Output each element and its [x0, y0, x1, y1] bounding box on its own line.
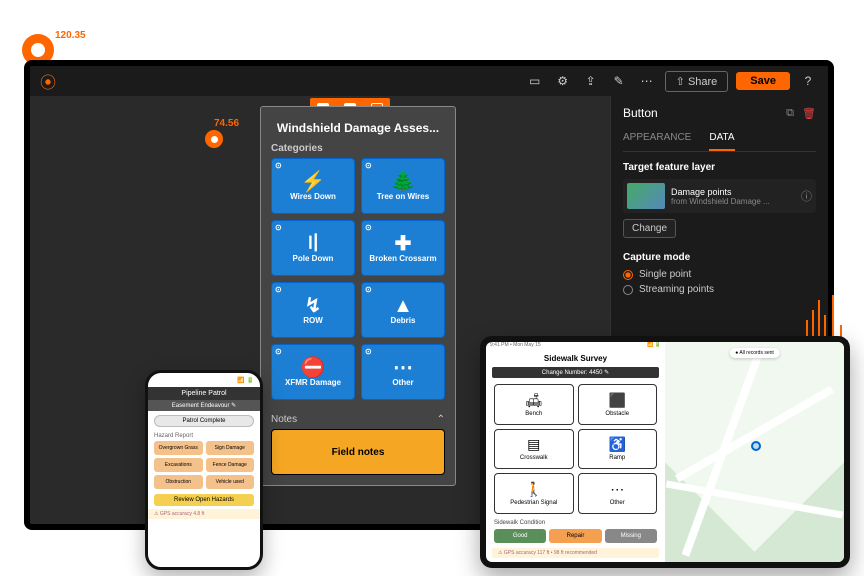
patrol-complete-button[interactable]: Patrol Complete	[154, 415, 254, 427]
hazard-sign-damage[interactable]: Sign Damage	[206, 441, 255, 455]
tablet-title: Sidewalk Survey	[486, 352, 665, 365]
phone-gps-status: ⚠ GPS accuracy 4.8 ft	[148, 509, 260, 519]
radio-stream-label: Streaming points	[639, 284, 714, 295]
map-sync-badge: ● All records sent	[729, 348, 780, 358]
hazard-overgrown-grass[interactable]: Overgrown Grass	[154, 441, 203, 455]
category-tree-on-wires[interactable]: ⊙🌲Tree on Wires	[361, 158, 445, 214]
form-title: Windshield Damage Asses...	[261, 107, 455, 143]
tablet-mockup: 9:41 PM • Mon May 15📶 🔋 Sidewalk Survey …	[480, 336, 850, 568]
tablet-statusbar: 9:41 PM • Mon May 15📶 🔋	[486, 342, 665, 352]
edit-icon[interactable]: ✎	[609, 71, 629, 91]
hazard-vehicle-used[interactable]: Vehicle used	[206, 475, 255, 489]
radio-streaming[interactable]: Streaming points	[623, 284, 816, 295]
target-layer-row: Damage points from Windshield Damage ...…	[623, 179, 816, 213]
category-wires-down[interactable]: ⊙⚡Wires Down	[271, 158, 355, 214]
phone-mockup: 📶 🔋 Pipeline Patrol Easement Endeavour ✎…	[145, 370, 263, 570]
survey-item-ramp[interactable]: ♿Ramp	[578, 429, 658, 470]
condition-missing[interactable]: Missing	[605, 529, 657, 543]
survey-item-bench[interactable]: 🛋Bench	[494, 384, 574, 425]
phone-statusbar: 📶 🔋	[148, 373, 260, 387]
target-label: Target feature layer	[623, 162, 816, 173]
tablet-gps-status: ⚠ GPS accuracy 117 ft • 98 ft recommende…	[492, 548, 659, 558]
hazard-grid: Overgrown GrassSign DamageExcavationsFen…	[148, 439, 260, 491]
share-label: Share	[688, 76, 717, 88]
tablet-form-pane: 9:41 PM • Mon May 15📶 🔋 Sidewalk Survey …	[486, 342, 665, 562]
layer-sub: from Windshield Damage ...	[671, 197, 795, 206]
radio-single-point[interactable]: Single point	[623, 269, 816, 280]
condition-label: Sidewalk Condition	[486, 518, 665, 526]
survey-item-other[interactable]: ⋯Other	[578, 473, 658, 514]
category-broken-crossarm[interactable]: ⊙✚Broken Crossarm	[361, 220, 445, 276]
tablet-map-pane[interactable]: ● All records sent	[665, 342, 844, 562]
categories-label: Categories	[261, 143, 455, 158]
radio-single-label: Single point	[639, 269, 691, 280]
category-grid: ⊙⚡Wires Down⊙🌲Tree on Wires⊙〢Pole Down⊙✚…	[261, 158, 455, 410]
survey-item-crosswalk[interactable]: ▤Crosswalk	[494, 429, 574, 470]
hazard-fence-damage[interactable]: Fence Damage	[206, 458, 255, 472]
info-icon[interactable]: ⓘ	[801, 188, 812, 204]
phone-subtitle: Easement Endeavour ✎	[148, 400, 260, 411]
change-button[interactable]: Change	[623, 219, 676, 238]
survey-item-pedestrian-signal[interactable]: 🚶Pedestrian Signal	[494, 473, 574, 514]
hazard-obstruction[interactable]: Obstruction	[154, 475, 203, 489]
tablet-subtitle: Change Number: 4450 ✎	[492, 367, 659, 378]
topbar: ⦿ ▭ ⚙ ⇪ ✎ ⋯ ⇧ Share Save ?	[30, 66, 828, 96]
gear-icon[interactable]: ⚙	[553, 71, 573, 91]
tab-appearance[interactable]: APPEARANCE	[623, 128, 691, 151]
review-hazards-button[interactable]: Review Open Hazards	[154, 494, 254, 506]
notes-collapse-icon[interactable]: ⌃	[437, 414, 445, 425]
phone-title: Pipeline Patrol	[148, 387, 260, 400]
decor-label-3: 74.56	[214, 118, 239, 129]
radio-dot-on-icon	[623, 270, 633, 280]
duplicate-icon[interactable]: ⧉	[786, 107, 794, 120]
survey-item-obstacle[interactable]: ⬛Obstacle	[578, 384, 658, 425]
hazard-excavations[interactable]: Excavations	[154, 458, 203, 472]
more-icon[interactable]: ⋯	[637, 71, 657, 91]
radio-dot-off-icon	[623, 285, 633, 295]
device-icon[interactable]: ▭	[525, 71, 545, 91]
tablet-item-grid: 🛋Bench⬛Obstacle▤Crosswalk♿Ramp🚶Pedestria…	[486, 380, 665, 518]
form-preview: Windshield Damage Asses... Categories ⊙⚡…	[260, 106, 456, 486]
notes-label: Notes	[271, 414, 297, 425]
tab-data[interactable]: DATA	[709, 128, 734, 151]
category-xfmr-damage[interactable]: ⊙⛔XFMR Damage	[271, 344, 355, 400]
condition-repair[interactable]: Repair	[549, 529, 601, 543]
category-other[interactable]: ⊙⋯Other	[361, 344, 445, 400]
field-notes-button[interactable]: Field notes	[271, 429, 445, 475]
map-location-dot	[751, 441, 761, 451]
category-pole-down[interactable]: ⊙〢Pole Down	[271, 220, 355, 276]
help-icon[interactable]: ?	[798, 71, 818, 91]
condition-row: Good Repair Missing	[486, 526, 665, 546]
hazard-report-label: Hazard Report	[148, 431, 260, 439]
delete-icon[interactable]: 🗑	[802, 107, 816, 120]
category-debris[interactable]: ⊙▲Debris	[361, 282, 445, 338]
category-row[interactable]: ⊙↯ROW	[271, 282, 355, 338]
panel-title: Button	[623, 106, 658, 120]
condition-good[interactable]: Good	[494, 529, 546, 543]
save-button[interactable]: Save	[736, 72, 790, 90]
decor-circle-3	[205, 130, 223, 148]
upload-icon[interactable]: ⇪	[581, 71, 601, 91]
decor-label-1: 120.35	[55, 30, 86, 41]
share-button[interactable]: ⇧ Share	[665, 71, 729, 92]
layer-thumbnail	[627, 183, 665, 209]
layer-name: Damage points	[671, 187, 795, 197]
capture-mode-label: Capture mode	[623, 252, 816, 263]
logo-pin-icon: ⦿	[40, 69, 56, 93]
